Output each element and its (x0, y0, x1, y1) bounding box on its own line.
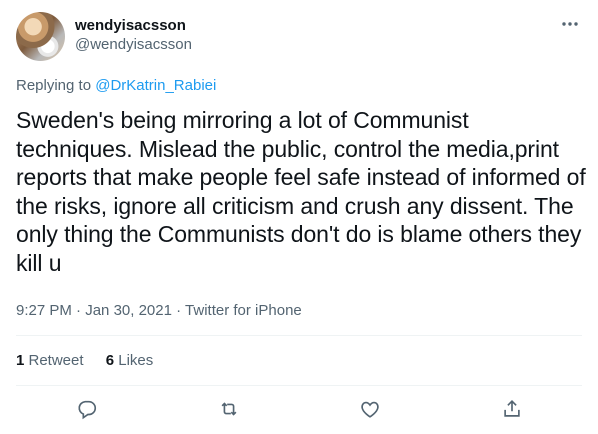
author-display-name[interactable]: wendyisacsson (75, 16, 192, 35)
avatar[interactable] (16, 12, 65, 61)
heart-icon[interactable] (359, 398, 381, 420)
divider (16, 335, 582, 336)
meta-separator: · (71, 302, 86, 319)
likes-label: Likes (114, 352, 154, 369)
retweet-icon[interactable] (218, 398, 240, 420)
tweet-meta: 9:27 PM · Jan 30, 2021 · Twitter for iPh… (16, 302, 302, 319)
tweet-stats: 1 Retweet 6 Likes (16, 352, 171, 369)
tweet-header: wendyisacsson @wendyisacsson (16, 10, 582, 62)
replying-prefix: Replying to (16, 77, 96, 94)
divider (16, 385, 582, 386)
tweet-actions (0, 388, 598, 432)
tweet-source[interactable]: Twitter for iPhone (185, 302, 302, 319)
tweet-time[interactable]: 9:27 PM (16, 302, 72, 319)
reply-icon[interactable] (76, 398, 98, 420)
retweets-label: Retweet (24, 352, 84, 369)
tweet-text: Sweden's being mirroring a lot of Commun… (16, 107, 592, 276)
meta-separator: · (171, 302, 186, 319)
replying-to: Replying to @DrKatrin_Rabiei (16, 77, 216, 94)
replying-to-link[interactable]: @DrKatrin_Rabiei (95, 77, 216, 94)
share-icon[interactable] (501, 398, 523, 420)
author-handle[interactable]: @wendyisacsson (75, 35, 192, 54)
more-icon[interactable] (560, 14, 580, 34)
likes-stat[interactable]: 6 Likes (106, 352, 154, 369)
author-names: wendyisacsson @wendyisacsson (75, 16, 192, 54)
likes-count: 6 (105, 352, 115, 369)
tweet-date[interactable]: Jan 30, 2021 (85, 302, 172, 319)
retweets-stat[interactable]: 1 Retweet (16, 352, 84, 369)
